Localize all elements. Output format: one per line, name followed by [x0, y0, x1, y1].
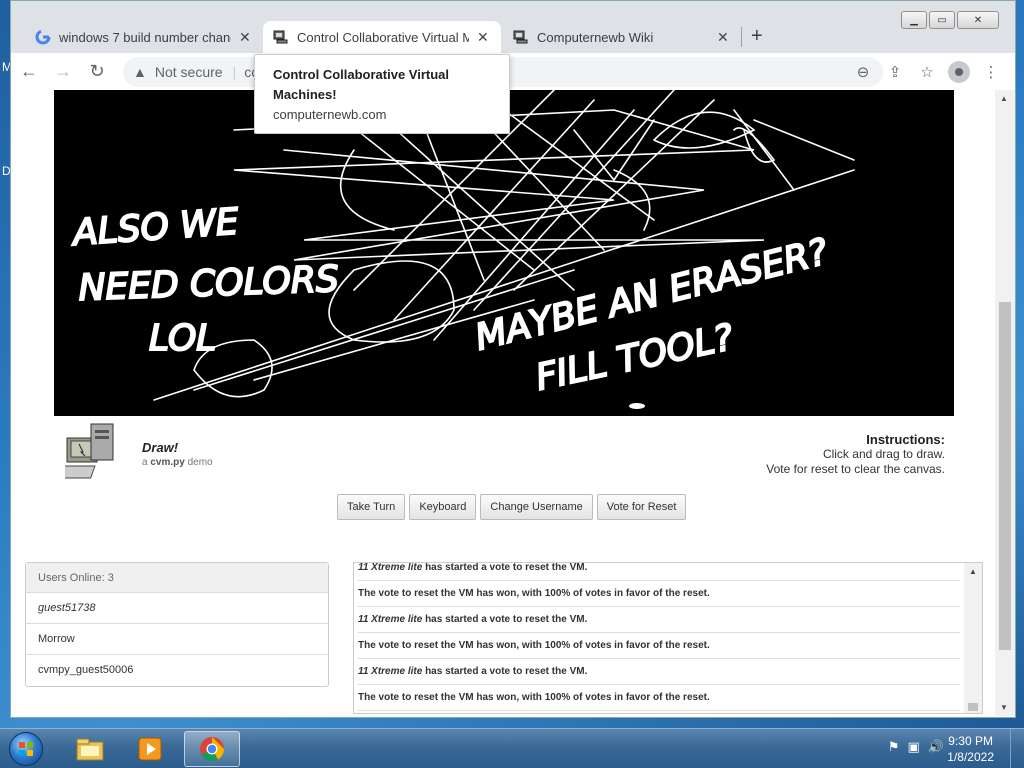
tab-title: windows 7 build number change	[59, 29, 231, 45]
clock-time: 9:30 PM	[948, 734, 993, 748]
chat-username: 11 Xtreme lite	[358, 614, 423, 625]
clock[interactable]: 9:30 PM 1/8/2022	[947, 733, 994, 765]
drawing-canvas[interactable]: ALSO WE NEED COLORS LOL MAYBE AN ERASER?…	[54, 90, 954, 416]
tooltip-title: Control Collaborative Virtual Machines!	[273, 67, 450, 102]
chat-message: 11 Xtreme lite has started a vote to res…	[358, 607, 960, 633]
window-controls: ▁ ▭ ✕	[901, 11, 999, 29]
volume-icon[interactable]: 🔊	[928, 739, 944, 755]
scroll-up-icon[interactable]: ▲	[1000, 94, 1008, 103]
forward-button[interactable]: →	[47, 56, 79, 88]
instructions-line: Vote for reset to clear the canvas.	[766, 462, 945, 476]
chat-text: The vote to reset the VM has won, with 1…	[358, 640, 710, 651]
tab-title: Control Collaborative Virtual Mac	[297, 29, 469, 45]
chat-log[interactable]: 11 Xtreme lite has started a vote to res…	[353, 562, 983, 714]
scroll-thumb[interactable]	[999, 302, 1011, 650]
tab-computernewb-wiki[interactable]: Computernewb Wiki ✕	[503, 21, 741, 53]
chat-message: 11 Xtreme lite has started a vote to res…	[358, 659, 960, 685]
security-label: Not secure	[154, 64, 223, 80]
canvas-text-2: NEED COLORS	[78, 259, 339, 309]
chat-text: has started a vote to reset the VM.	[422, 562, 588, 573]
chat-username: 11 Xtreme lite	[358, 562, 423, 573]
scroll-up-icon[interactable]: ▲	[969, 567, 977, 576]
cvm-logo-icon	[65, 423, 114, 479]
chat-text: The vote to reset the VM has won, with 1…	[358, 692, 710, 703]
separator: |	[232, 64, 237, 80]
clock-date: 1/8/2022	[947, 750, 994, 764]
action-buttons: Take Turn Keyboard Change Username Vote …	[337, 494, 687, 520]
canvas-text-1: ALSO WE	[70, 202, 240, 255]
users-online-panel: Users Online: 3 guest51738 Morrow cvmpy_…	[25, 562, 329, 687]
tab-divider	[741, 27, 742, 47]
chat-message: The vote to reset the VM has won, with 1…	[358, 633, 960, 659]
page-scrollbar[interactable]: ▲ ▼	[995, 90, 1015, 716]
tab-strip: ▁ ▭ ✕ windows 7 build number change ✕ Co…	[11, 1, 1015, 53]
instructions-line: Click and drag to draw.	[822, 447, 945, 461]
browser-toolbar: ← → ↻ ▲ Not secure | co ⊖ ⇪ ☆ ⋮	[11, 53, 1015, 91]
canvas-scribbles: ALSO WE NEED COLORS LOL MAYBE AN ERASER?…	[69, 90, 855, 409]
close-window-button[interactable]: ✕	[957, 11, 999, 29]
chat-text: has started a vote to reset the VM.	[422, 666, 588, 677]
change-username-button[interactable]: Change Username	[480, 494, 593, 520]
users-online-header: Users Online: 3	[26, 563, 328, 593]
cvm-computer-icon	[513, 29, 529, 45]
bookmark-star-icon[interactable]: ☆	[915, 57, 939, 87]
tooltip-host: computernewb.com	[273, 107, 387, 122]
app-info: Draw! a cvm.py demo Instructions: Click …	[65, 422, 945, 486]
user-list-item[interactable]: cvmpy_guest50006	[26, 655, 328, 686]
close-tab-icon[interactable]: ✕	[239, 29, 251, 46]
scroll-thumb[interactable]	[968, 703, 978, 711]
windows-logo-icon	[9, 732, 43, 766]
close-tab-icon[interactable]: ✕	[717, 29, 729, 46]
close-tab-icon[interactable]: ✕	[477, 29, 489, 46]
explorer-icon[interactable]	[62, 731, 118, 767]
chat-scrollbar[interactable]: ▲	[964, 563, 982, 713]
tab-cvm[interactable]: Control Collaborative Virtual Mac ✕	[263, 21, 501, 53]
take-turn-button[interactable]: Take Turn	[337, 494, 406, 520]
google-icon	[35, 29, 51, 45]
show-desktop-button[interactable]	[1010, 729, 1024, 768]
tab-google-search[interactable]: windows 7 build number change ✕	[25, 21, 263, 53]
scroll-down-icon[interactable]: ▼	[1000, 703, 1008, 712]
chat-username: 11 Xtreme lite	[358, 666, 423, 677]
app-title: Draw!	[142, 440, 179, 455]
warning-icon: ▲	[133, 64, 147, 80]
media-player-icon[interactable]	[122, 731, 178, 767]
user-list-item[interactable]: guest51738	[26, 593, 328, 624]
start-button[interactable]	[4, 730, 48, 768]
minimize-button[interactable]: ▁	[901, 11, 927, 29]
vote-reset-button[interactable]: Vote for Reset	[596, 494, 687, 520]
cvm-computer-icon	[273, 29, 289, 45]
chat-message: 11 Xtreme lite has started a vote to res…	[358, 562, 960, 581]
new-tab-button[interactable]: +	[751, 25, 763, 48]
taskbar: ⚑ ▣ 🔊 9:30 PM 1/8/2022	[0, 728, 1024, 768]
share-icon[interactable]: ⇪	[883, 57, 907, 87]
toolbar-actions: ⊖ ⇪ ☆ ⋮	[851, 57, 1003, 87]
keyboard-button[interactable]: Keyboard	[409, 494, 477, 520]
back-button[interactable]: ←	[13, 56, 45, 88]
menu-kebab-icon[interactable]: ⋮	[979, 57, 1003, 87]
app-subtitle: a cvm.py demo	[142, 457, 213, 468]
user-list-item[interactable]: Morrow	[26, 624, 328, 655]
tab-hover-tooltip: Control Collaborative Virtual Machines! …	[254, 54, 510, 134]
system-tray: ⚑ ▣ 🔊	[888, 739, 944, 755]
web-page: ALSO WE NEED COLORS LOL MAYBE AN ERASER?…	[11, 90, 995, 716]
instructions-title: Instructions:	[866, 432, 945, 447]
network-icon[interactable]: ▣	[908, 739, 920, 755]
zoom-icon[interactable]: ⊖	[851, 57, 875, 87]
chrome-icon[interactable]	[184, 731, 240, 767]
chat-text: The vote to reset the VM has won, with 1…	[358, 588, 710, 599]
chat-text: has started a vote to reset the VM.	[422, 614, 588, 625]
chat-messages: 11 Xtreme lite has started a vote to res…	[358, 562, 960, 711]
tab-title: Computernewb Wiki	[537, 29, 654, 45]
instructions: Instructions: Click and drag to draw. Vo…	[766, 432, 945, 477]
chat-message: The vote to reset the VM has won, with 1…	[358, 685, 960, 711]
reload-button[interactable]: ↻	[81, 56, 113, 88]
action-center-icon[interactable]: ⚑	[888, 739, 900, 755]
canvas-text-3: LOL	[149, 318, 216, 359]
chat-message: The vote to reset the VM has won, with 1…	[358, 581, 960, 607]
profile-avatar[interactable]	[947, 57, 971, 87]
maximize-button[interactable]: ▭	[929, 11, 955, 29]
